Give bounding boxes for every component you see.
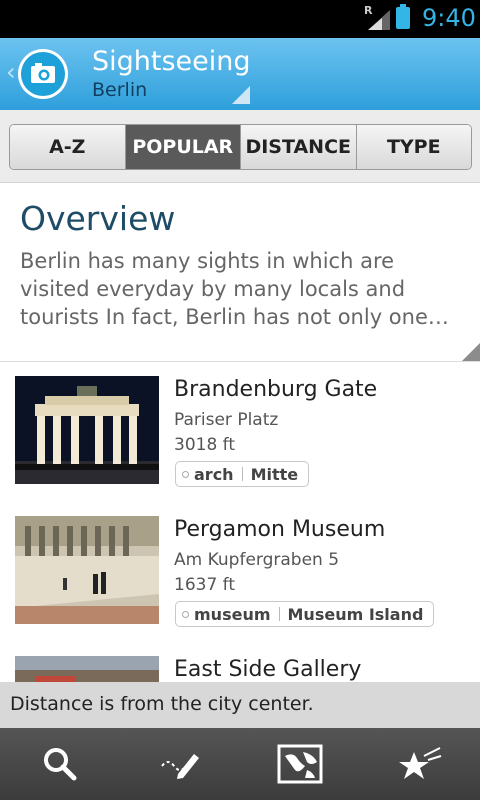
tag[interactable]: museum: [194, 605, 271, 624]
expand-corner-icon[interactable]: [462, 343, 480, 361]
item-tags: museum Museum Island: [175, 601, 435, 627]
item-address: Pariser Platz: [174, 410, 279, 430]
bottom-nav: [0, 728, 480, 800]
nav-favorites-button[interactable]: [360, 728, 480, 800]
action-bar: ‹ Sightseeing Berlin: [0, 38, 480, 112]
tab-a-z[interactable]: A-Z: [10, 125, 126, 169]
battery-icon: [396, 4, 410, 29]
pergamon-museum-photo: [15, 516, 159, 624]
favorites-icon: [399, 747, 442, 779]
back-chevron-icon[interactable]: ‹: [6, 60, 16, 84]
brandenburg-gate-photo: [15, 376, 159, 484]
item-distance: 1637 ft: [174, 575, 236, 595]
list-item[interactable]: Pergamon Museum Am Kupfergraben 5 1637 f…: [0, 502, 480, 643]
nav-map-button[interactable]: [240, 728, 360, 800]
info-toast: Distance is from the city center.: [0, 682, 480, 728]
tag[interactable]: arch: [194, 465, 234, 484]
overview-card[interactable]: Overview Berlin has many sights in which…: [0, 183, 480, 362]
tag-separator: [241, 467, 243, 481]
tag[interactable]: Museum Island: [288, 605, 424, 624]
item-name: Brandenburg Gate: [174, 377, 378, 402]
tag-separator: [278, 607, 280, 621]
tab-type[interactable]: TYPE: [356, 125, 471, 169]
network-label: R: [364, 4, 373, 17]
overview-heading: Overview: [20, 199, 176, 238]
nav-search-button[interactable]: [0, 728, 120, 800]
clock: 9:40: [422, 4, 476, 32]
dropdown-corner-icon[interactable]: [232, 86, 250, 104]
sort-tabs-bar: A-Z POPULAR DISTANCE TYPE: [0, 110, 480, 183]
status-bar: R 9:40: [0, 0, 480, 38]
item-name: Pergamon Museum: [174, 517, 386, 542]
nav-notes-button[interactable]: [120, 728, 240, 800]
item-distance: 3018 ft: [174, 435, 236, 455]
item-name: East Side Gallery: [174, 657, 362, 682]
tag[interactable]: Mitte: [251, 465, 299, 484]
overview-text: Berlin has many sights in which are visi…: [20, 249, 449, 329]
map-icon: [277, 744, 323, 784]
tab-distance[interactable]: DISTANCE: [241, 125, 357, 169]
pencil-icon: [161, 754, 199, 779]
tag-icon: [182, 611, 189, 618]
page-title: Sightseeing: [92, 46, 251, 77]
list-item[interactable]: Brandenburg Gate Pariser Platz 3018 ft a…: [0, 362, 480, 503]
toast-message: Distance is from the city center.: [10, 693, 314, 715]
tab-popular[interactable]: POPULAR: [125, 125, 241, 169]
city-selector[interactable]: Berlin: [92, 79, 147, 101]
sort-tabs: A-Z POPULAR DISTANCE TYPE: [9, 124, 472, 170]
tag-icon: [182, 471, 189, 478]
item-tags: arch Mitte: [175, 461, 310, 487]
app-camera-icon[interactable]: [18, 49, 68, 99]
search-icon: [44, 748, 77, 781]
item-address: Am Kupfergraben 5: [174, 550, 340, 570]
